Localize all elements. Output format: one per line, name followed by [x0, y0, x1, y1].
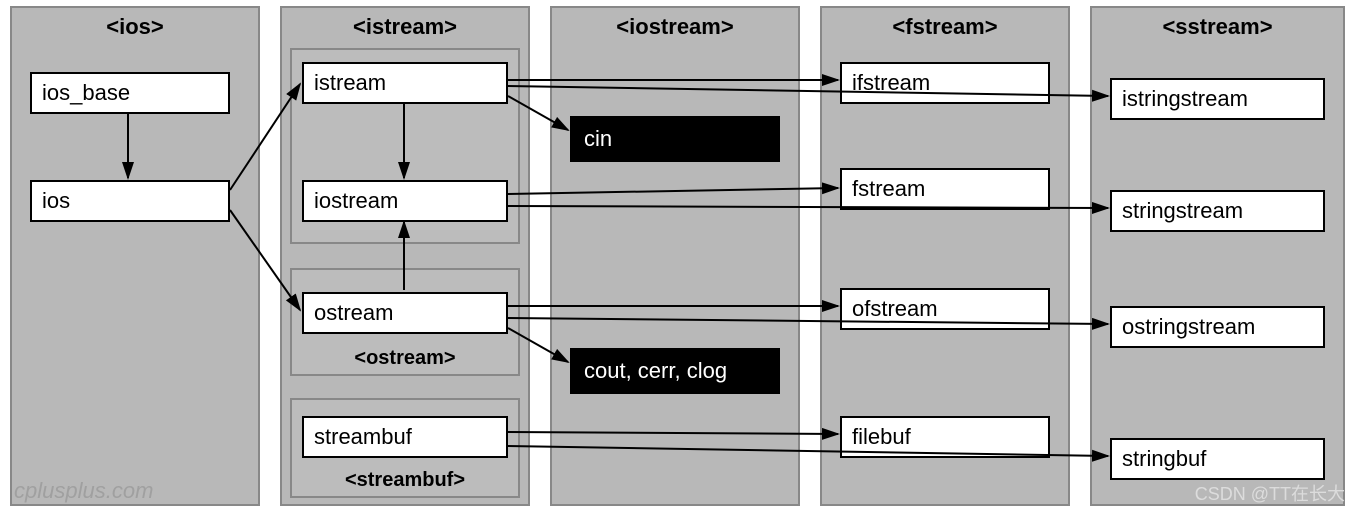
- box-filebuf: filebuf: [840, 416, 1050, 458]
- box-cin: cin: [570, 116, 780, 162]
- box-ifstream: ifstream: [840, 62, 1050, 104]
- watermark-cplusplus: cplusplus.com: [14, 478, 153, 504]
- panel-title-sstream: <sstream>: [1092, 14, 1343, 40]
- box-fstream: fstream: [840, 168, 1050, 210]
- box-ios-base: ios_base: [30, 72, 230, 114]
- box-iostream: iostream: [302, 180, 508, 222]
- subpanel-title-streambuf: <streambuf>: [292, 469, 518, 492]
- panel-title-fstream: <fstream>: [822, 14, 1068, 40]
- box-istringstream: istringstream: [1110, 78, 1325, 120]
- panel-iostream: <iostream>: [550, 6, 800, 506]
- box-ostringstream: ostringstream: [1110, 306, 1325, 348]
- diagram-root: <ios> <istream> <iostream> <fstream> <ss…: [0, 0, 1355, 512]
- box-stringstream: stringstream: [1110, 190, 1325, 232]
- panel-title-istream: <istream>: [282, 14, 528, 40]
- box-ofstream: ofstream: [840, 288, 1050, 330]
- watermark-csdn: CSDN @TT在长大: [1195, 480, 1345, 506]
- box-stringbuf: stringbuf: [1110, 438, 1325, 480]
- subpanel-title-ostream: <ostream>: [292, 347, 518, 370]
- box-ostream: ostream: [302, 292, 508, 334]
- box-ios: ios: [30, 180, 230, 222]
- box-streambuf: streambuf: [302, 416, 508, 458]
- panel-title-iostream: <iostream>: [552, 14, 798, 40]
- panel-title-ios: <ios>: [12, 14, 258, 40]
- box-istream: istream: [302, 62, 508, 104]
- box-cout: cout, cerr, clog: [570, 348, 780, 394]
